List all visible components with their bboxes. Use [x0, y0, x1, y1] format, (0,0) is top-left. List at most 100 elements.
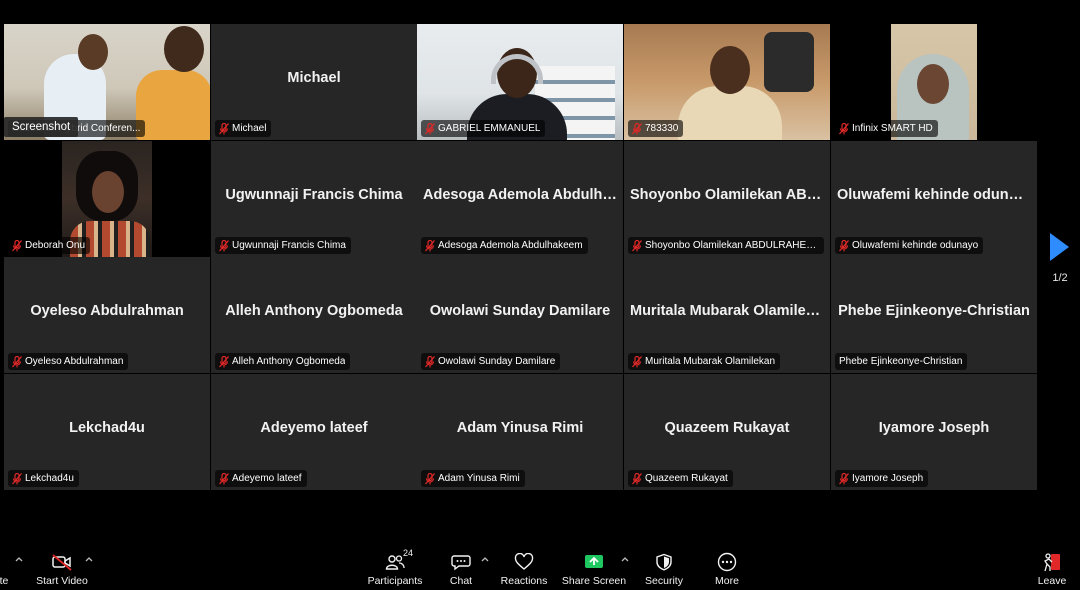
participant-display-name: Quazeem Rukayat	[664, 420, 790, 436]
participant-name-text: Adeyemo lateef	[232, 473, 302, 484]
share-screen-label: Share Screen	[561, 575, 627, 587]
participant-tile[interactable]: Deborah Onu	[4, 141, 210, 257]
mic-muted-icon	[632, 122, 642, 134]
mic-muted-icon	[632, 239, 642, 251]
share-options-caret[interactable]	[620, 554, 630, 564]
participant-tile[interactable]: Phebe Ejinkeonye-Christian Phebe Ejinkeon…	[831, 257, 1037, 373]
share-screen-icon	[585, 555, 603, 568]
participant-name-text: Infinix SMART HD	[852, 123, 933, 134]
participant-display-name: Muritala Mubarak Olamilekan	[630, 303, 830, 319]
participant-name-text: Quazeem Rukayat	[645, 473, 728, 484]
chevron-up-icon	[15, 557, 23, 562]
mic-muted-icon	[839, 239, 849, 251]
participant-display-name: Adesoga Ademola Abdulha...	[423, 187, 623, 203]
mic-muted-icon	[632, 122, 642, 135]
chevron-up-icon	[85, 557, 93, 562]
participant-name-text: Adam Yinusa Rimi	[438, 473, 520, 484]
more-button[interactable]: More	[710, 548, 744, 590]
participant-tile[interactable]: GABRIEL EMMANUEL	[417, 24, 623, 140]
participant-name-label: Adam Yinusa Rimi	[421, 470, 525, 487]
mic-muted-icon	[12, 355, 22, 368]
chevron-up-icon	[481, 557, 489, 562]
participant-tile[interactable]: Owolawi Sunday Damilare Owolawi Sunday Da…	[417, 257, 623, 373]
mic-muted-icon	[219, 355, 229, 367]
participant-name-text: Deborah Onu	[25, 240, 86, 251]
participant-name-text: GABRIEL EMMANUEL	[438, 123, 541, 134]
leave-button[interactable]: Leave	[1036, 548, 1068, 590]
participant-display-name: Phebe Ejinkeonye-Christian	[838, 303, 1030, 319]
mic-muted-icon	[839, 472, 849, 484]
chat-icon	[451, 555, 471, 571]
mic-muted-icon	[219, 355, 229, 368]
next-page-button[interactable]	[1048, 232, 1070, 262]
mic-muted-icon	[425, 239, 435, 252]
participant-tile[interactable]: Infinix SMART HD	[831, 24, 1037, 140]
page-indicator: 1/2	[1052, 272, 1068, 284]
participant-tile[interactable]: Lekchad4u Lekchad4u	[4, 374, 210, 490]
mic-muted-icon	[219, 472, 229, 485]
participant-name-label: Infinix SMART HD	[835, 120, 938, 137]
participant-tile[interactable]: Adeyemo lateef Adeyemo lateef	[211, 374, 417, 490]
mic-muted-icon	[839, 472, 849, 485]
unmute-button[interactable]: te	[0, 548, 14, 590]
participant-tile[interactable]: Iyamore Joseph Iyamore Joseph	[831, 374, 1037, 490]
participant-name-text: Adesoga Ademola Abdulhakeem	[438, 240, 583, 251]
participant-tile[interactable]: Oyeleso Abdulrahman Oyeleso Abdulrahman	[4, 257, 210, 373]
more-icon	[717, 552, 737, 572]
participant-name-text: Oluwafemi kehinde odunayo	[852, 240, 979, 251]
participant-tile[interactable]: Ugwunnaji Francis Chima Ugwunnaji Francis…	[211, 141, 417, 257]
participant-display-name: Iyamore Joseph	[878, 420, 990, 436]
screenshot-tag: Screenshot	[4, 117, 79, 137]
mic-muted-icon	[219, 122, 229, 135]
shield-icon	[656, 553, 672, 571]
participant-tile[interactable]: Alleh Anthony Ogbomeda Alleh Anthony Ogbo…	[211, 257, 417, 373]
participants-label: Participants	[367, 575, 423, 587]
meeting-gallery: Education Hybrid Conferen...MichaelMicha…	[0, 0, 1080, 590]
participant-name-label: Deborah Onu	[8, 237, 91, 254]
participant-tile[interactable]: Oluwafemi kehinde odunayo Oluwafemi kehin…	[831, 141, 1037, 257]
security-button[interactable]: Security	[642, 548, 686, 590]
mic-muted-icon	[425, 239, 435, 251]
participant-name-label: Phebe Ejinkeonye-Christian	[835, 353, 968, 370]
participant-name-label: Adesoga Ademola Abdulhakeem	[421, 237, 588, 254]
mic-muted-icon	[839, 239, 849, 252]
participant-name-text: Phebe Ejinkeonye-Christian	[839, 356, 963, 367]
audio-options-caret[interactable]	[14, 554, 24, 564]
participant-name-label: Iyamore Joseph	[835, 470, 929, 487]
participant-tile[interactable]: 783330	[624, 24, 830, 140]
mic-muted-icon	[219, 239, 229, 252]
participant-name-label: Ugwunnaji Francis Chima	[215, 237, 351, 254]
participant-tile[interactable]: Michael Michael	[211, 24, 417, 140]
chat-options-caret[interactable]	[480, 554, 490, 564]
participant-tile[interactable]: Shoyonbo Olamilekan ABD... Shoyonbo Olami…	[624, 141, 830, 257]
mic-muted-icon	[632, 355, 642, 368]
mic-muted-icon	[425, 355, 435, 368]
participants-button[interactable]: 24 Participants	[364, 548, 426, 590]
participant-name-label: Oluwafemi kehinde odunayo	[835, 237, 984, 254]
participant-name-label: Oyeleso Abdulrahman	[8, 353, 129, 370]
participants-count: 24	[403, 548, 414, 558]
mic-muted-icon	[12, 355, 22, 367]
participant-display-name: Lekchad4u	[69, 420, 145, 436]
reactions-button[interactable]: Reactions	[500, 548, 548, 590]
participant-tile[interactable]: Quazeem Rukayat Quazeem Rukayat	[624, 374, 830, 490]
participant-tile[interactable]: Adesoga Ademola Abdulha... Adesoga Ademol…	[417, 141, 623, 257]
unmute-label: te	[0, 575, 9, 587]
mic-muted-icon	[632, 472, 642, 484]
share-screen-button[interactable]: Share Screen	[562, 548, 626, 590]
reactions-label: Reactions	[500, 575, 548, 587]
participant-tile[interactable]: Adam Yinusa Rimi Adam Yinusa Rimi	[417, 374, 623, 490]
chevron-up-icon	[621, 557, 629, 562]
chat-button[interactable]: Chat	[444, 548, 478, 590]
participants-icon	[385, 555, 405, 570]
video-options-caret[interactable]	[84, 554, 94, 564]
mic-muted-icon	[12, 239, 22, 251]
participant-name-text: 783330	[645, 123, 679, 134]
participant-tile[interactable]: Muritala Mubarak Olamilekan Muritala Muba…	[624, 257, 830, 373]
mic-muted-icon	[219, 472, 229, 484]
participant-name-text: Ugwunnaji Francis Chima	[232, 240, 346, 251]
start-video-button[interactable]: Start Video	[32, 548, 92, 590]
participant-name-label: 783330	[628, 120, 684, 137]
participant-name-label: Quazeem Rukayat	[628, 470, 733, 487]
mic-muted-icon	[839, 122, 849, 134]
